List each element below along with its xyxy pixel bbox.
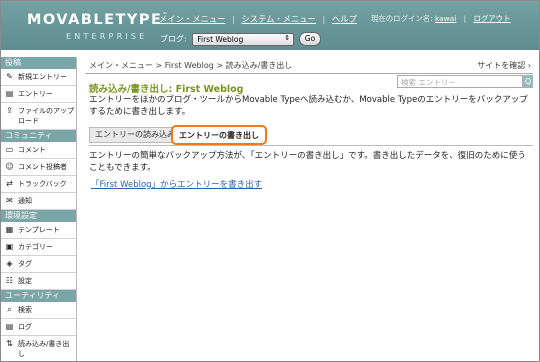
sidebar-section-utilities: ユーティリティ: [1, 290, 76, 302]
search-icon: ⌕: [7, 305, 12, 314]
app-window: MOVABLETYPE™ ENTERPRISE メイン・メニュー | システム・…: [0, 0, 540, 362]
sidebar-item-search[interactable]: ⌕ 検索: [1, 302, 76, 319]
sidebar: 投稿 ✎ 新規エントリー ▤ エントリー ⇪ ファイルのアップロード コミュニティ ▭…: [1, 57, 77, 361]
sidebar-item-trackbacks[interactable]: ⇄ トラックバック: [1, 176, 76, 193]
user-label: 現在のログイン名:: [371, 14, 435, 23]
sidebar-item-settings[interactable]: ☷ 設定: [1, 273, 76, 290]
search-button[interactable]: Q: [523, 75, 533, 88]
sidebar-item-templates[interactable]: ▦ テンプレート: [1, 222, 76, 239]
logo-main-text: MOVABLETYPE: [27, 12, 163, 28]
comment-icon: ▭: [5, 145, 14, 154]
nav-separator: |: [322, 14, 326, 24]
tab-divider: [89, 145, 533, 146]
log-icon: ▤: [5, 322, 14, 331]
trackback-icon: ⇄: [6, 179, 13, 188]
user-info: 現在のログイン名: kawai | ログアウト: [371, 13, 510, 24]
username-link[interactable]: kawai: [435, 14, 456, 23]
sidebar-section-create: 投稿: [1, 57, 76, 69]
sidebar-item-comments[interactable]: ▭ コメント: [1, 142, 76, 159]
view-site-link[interactable]: サイトを確認 ›: [477, 60, 531, 71]
logo-sub-text: ENTERPRISE: [66, 32, 148, 41]
sidebar-item-new-entry[interactable]: ✎ 新規エントリー: [1, 69, 76, 86]
blog-label: ブログ:: [160, 34, 187, 44]
export-entries-link[interactable]: 「First Weblog」からエントリーを書き出す: [91, 178, 262, 190]
notification-icon: ✉: [6, 196, 13, 205]
nav-help[interactable]: ヘルプ: [332, 14, 357, 24]
go-button[interactable]: Go: [298, 32, 322, 46]
sidebar-item-categories[interactable]: ▣ カテゴリー: [1, 239, 76, 256]
tab-bar: エントリーの読み込み エントリーの書き出し: [89, 125, 533, 145]
template-icon: ▦: [5, 225, 14, 234]
category-icon: ▣: [5, 242, 14, 251]
sidebar-item-log[interactable]: ▤ ログ: [1, 319, 76, 336]
upload-icon: ⇪: [6, 106, 13, 115]
import-export-icon: ⇅: [6, 339, 13, 348]
blog-selector: ブログ: First Weblog ⇕ Go: [160, 32, 322, 46]
sidebar-item-notifications[interactable]: ✉ 通知: [1, 193, 76, 210]
tab-export-entries[interactable]: エントリーの書き出し: [171, 125, 267, 145]
nav-system-menu[interactable]: システム・メニュー: [241, 14, 315, 24]
description-text: エントリーの簡単なバックアップ方法が、「エントリーの書き出し」です。書き出したデ…: [89, 151, 526, 173]
new-entry-icon: ✎: [6, 72, 13, 81]
sidebar-section-configure: 環境設定: [1, 210, 76, 222]
sidebar-item-upload[interactable]: ⇪ ファイルのアップロード: [1, 103, 76, 130]
search-icon: Q: [524, 77, 532, 86]
chevron-right-icon: ›: [527, 61, 531, 70]
blog-select-value: First Weblog: [197, 34, 244, 44]
breadcrumb[interactable]: メイン・メニュー > First Weblog > 読み込み/書き出し: [89, 60, 292, 71]
divider: [85, 73, 533, 74]
main-content: メイン・メニュー > First Weblog > 読み込み/書き出し サイトを…: [85, 57, 533, 361]
nav-main-menu[interactable]: メイン・メニュー: [159, 14, 225, 24]
settings-icon: ☷: [5, 276, 14, 285]
sidebar-section-community: コミュニティ: [1, 130, 76, 142]
logout-link[interactable]: ログアウト: [474, 14, 511, 23]
top-nav: メイン・メニュー | システム・メニュー | ヘルプ: [159, 13, 357, 25]
tag-icon: ◈: [6, 259, 13, 268]
tab-import-entries[interactable]: エントリーの読み込み: [89, 127, 181, 143]
header: MOVABLETYPE™ ENTERPRISE メイン・メニュー | システム・…: [1, 1, 539, 50]
page-title: 読み込み/書き出し: First Weblog: [89, 84, 244, 95]
logo: MOVABLETYPE™ ENTERPRISE: [13, 12, 168, 44]
entries-icon: ▤: [5, 89, 14, 98]
intro-text: エントリーをほかのブログ・ツールからMovable Typeへ読み込むか、Mov…: [89, 95, 528, 117]
sidebar-item-commenters[interactable]: ☺ コメント投稿者: [1, 159, 76, 176]
blog-select[interactable]: First Weblog ⇕: [192, 32, 295, 46]
nav-separator: |: [232, 14, 235, 24]
chevron-updown-icon: ⇕: [284, 33, 291, 42]
sidebar-item-entries[interactable]: ▤ エントリー: [1, 86, 76, 103]
sidebar-item-import-export[interactable]: ⇅ 読み込み/書き出し: [1, 336, 76, 361]
sidebar-item-tags[interactable]: ◈ タグ: [1, 256, 76, 273]
user-separator: |: [463, 14, 467, 23]
search-input[interactable]: 検索 エントリー: [397, 75, 523, 88]
commenter-icon: ☺: [5, 162, 14, 171]
